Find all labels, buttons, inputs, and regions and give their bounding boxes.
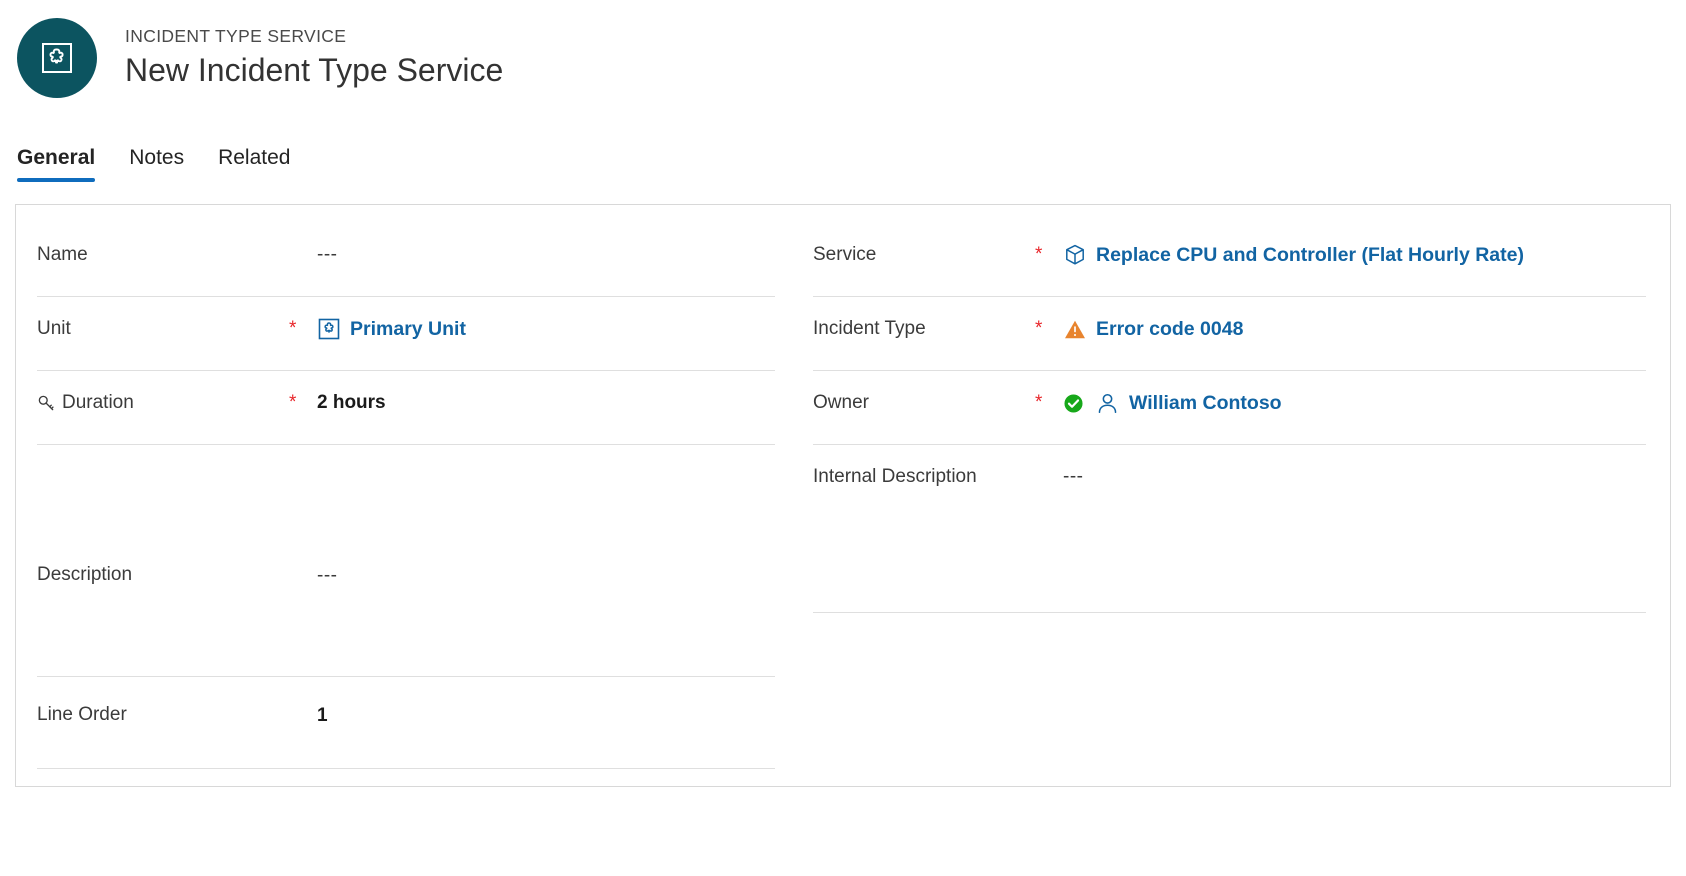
field-value-owner[interactable]: William Contoso: [1063, 389, 1646, 416]
field-row-owner[interactable]: Owner * William Contoso: [813, 371, 1646, 445]
field-label-service: Service: [813, 244, 877, 265]
required-indicator-duration: *: [289, 392, 297, 413]
required-indicator-unit: *: [289, 318, 297, 339]
page-title: New Incident Type Service: [125, 52, 504, 89]
tab-related[interactable]: Related: [218, 146, 290, 182]
record-header-text: INCIDENT TYPE SERVICE New Incident Type …: [125, 26, 503, 89]
field-row-name[interactable]: Name * ---: [37, 223, 775, 297]
field-row-service[interactable]: Service * Replace CPU and Controller (Fl…: [813, 223, 1646, 297]
tab-notes[interactable]: Notes: [129, 146, 184, 182]
field-row-incident-type[interactable]: Incident Type * Error code 0048: [813, 297, 1646, 371]
field-label-description: Description: [37, 564, 133, 585]
field-value-incident-type[interactable]: Error code 0048: [1063, 315, 1646, 342]
field-value-description[interactable]: ---: [317, 463, 775, 589]
field-value-internal-description[interactable]: ---: [1063, 463, 1646, 490]
required-indicator-owner: *: [1035, 392, 1043, 413]
field-value-unit[interactable]: Primary Unit: [317, 315, 775, 342]
unit-lookup-link[interactable]: Primary Unit: [350, 316, 466, 342]
service-lookup-link[interactable]: Replace CPU and Controller (Flat Hourly …: [1096, 242, 1524, 268]
form-card: Name * --- Unit * Primary Unit: [15, 204, 1671, 787]
field-value-name[interactable]: ---: [317, 241, 775, 268]
field-label-unit: Unit: [37, 318, 71, 339]
person-icon: [1095, 391, 1120, 416]
field-value-line-order[interactable]: 1: [317, 695, 775, 729]
field-label-duration-text: Duration: [62, 392, 134, 413]
entity-type-label: INCIDENT TYPE SERVICE: [125, 26, 347, 47]
required-indicator-incident-type: *: [1035, 318, 1043, 339]
owner-lookup-link[interactable]: William Contoso: [1129, 390, 1282, 416]
field-value-duration[interactable]: 2 hours: [317, 389, 775, 416]
service-box-icon: [1063, 243, 1087, 267]
entity-avatar: [17, 18, 97, 98]
key-icon: [37, 391, 56, 413]
unit-puzzle-icon: [317, 317, 341, 341]
field-row-internal-description[interactable]: Internal Description * ---: [813, 445, 1646, 613]
form-column-right: Service * Replace CPU and Controller (Fl…: [791, 205, 1670, 786]
field-label-duration: Duration: [37, 389, 289, 416]
field-label-incident-type: Incident Type: [813, 318, 926, 339]
field-label-line-order: Line Order: [37, 704, 127, 725]
required-indicator-service: *: [1035, 244, 1043, 265]
green-check-icon: [1063, 393, 1084, 414]
incident-type-lookup-link[interactable]: Error code 0048: [1096, 316, 1243, 342]
tab-general[interactable]: General: [17, 146, 96, 182]
warning-triangle-icon: [1063, 318, 1087, 341]
field-label-name: Name: [37, 244, 88, 265]
incident-type-service-icon: [37, 38, 77, 78]
field-label-owner: Owner: [813, 392, 869, 413]
record-form-page: INCIDENT TYPE SERVICE New Incident Type …: [0, 0, 1686, 876]
field-label-internal-description: Internal Description: [813, 466, 977, 487]
field-row-line-order[interactable]: Line Order * 1: [37, 677, 775, 769]
field-row-description[interactable]: Description * ---: [37, 445, 775, 677]
field-row-duration[interactable]: Duration * 2 hours: [37, 371, 775, 445]
form-tabs: General Notes Related: [0, 138, 1686, 182]
field-value-service[interactable]: Replace CPU and Controller (Flat Hourly …: [1063, 241, 1646, 268]
form-column-left: Name * --- Unit * Primary Unit: [16, 205, 791, 786]
field-row-unit[interactable]: Unit * Primary Unit: [37, 297, 775, 371]
record-header: INCIDENT TYPE SERVICE New Incident Type …: [0, 0, 1686, 100]
